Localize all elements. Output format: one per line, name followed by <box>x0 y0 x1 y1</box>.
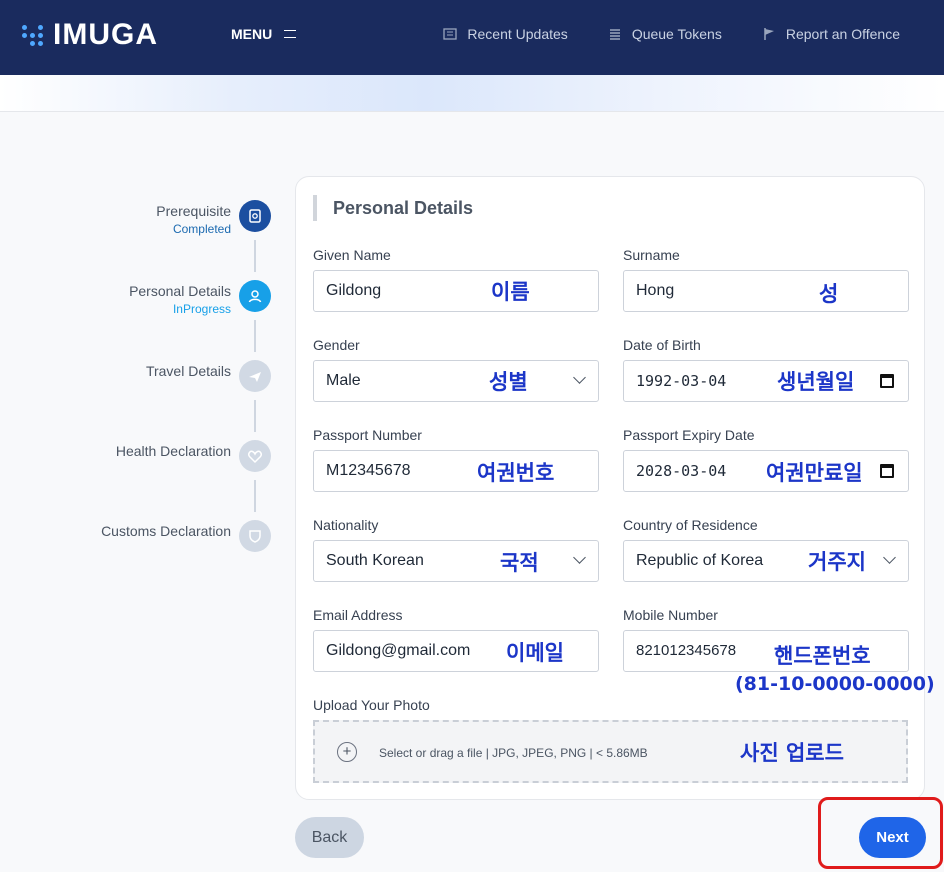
surname-input[interactable]: Hong <box>623 270 909 312</box>
nationality-label: Nationality <box>313 517 379 533</box>
passport-expiry-value: 2028-03-04 <box>636 462 727 480</box>
residence-value: Republic of Korea <box>636 552 764 569</box>
residence-label: Country of Residence <box>623 517 758 533</box>
news-icon <box>443 28 458 40</box>
step-connector <box>254 400 256 432</box>
step-label: Health Declaration <box>115 443 231 459</box>
logo-dots-icon <box>22 24 43 46</box>
annotation-photo: 사진 업로드 <box>740 741 844 765</box>
annotation-mobile-format: (81-10-0000-0000) <box>735 673 935 695</box>
heart-icon <box>239 440 271 472</box>
flag-icon <box>764 28 774 40</box>
imuga-logo[interactable]: IMUGA <box>22 18 158 52</box>
annotation-surname: 성 <box>819 282 839 306</box>
surname-value: Hong <box>636 282 675 299</box>
nav-queue-tokens-label: Queue Tokens <box>631 26 722 42</box>
annotation-passport-expiry: 여권만료일 <box>766 461 863 485</box>
step-label: Customs Declaration <box>101 523 231 539</box>
gender-label: Gender <box>313 337 360 353</box>
next-button[interactable]: Next <box>859 817 926 858</box>
upload-label: Upload Your Photo <box>313 697 430 713</box>
step-travel-details[interactable]: Travel Details <box>80 360 280 400</box>
calendar-icon[interactable] <box>880 464 894 478</box>
email-label: Email Address <box>313 607 403 623</box>
annotation-mobile: 핸드폰번호 <box>774 644 871 668</box>
passport-expiry-label: Passport Expiry Date <box>623 427 755 443</box>
email-value: Gildong@gmail.com <box>326 642 471 659</box>
step-status: InProgress <box>172 302 231 316</box>
mobile-label: Mobile Number <box>623 607 718 623</box>
annotation-dob: 생년월일 <box>777 370 855 394</box>
annotation-residence: 거주지 <box>808 550 866 574</box>
shield-icon <box>239 520 271 552</box>
section-title: Personal Details <box>313 195 473 221</box>
annotation-passport-number: 여권번호 <box>477 461 555 485</box>
given-name-label: Given Name <box>313 247 391 263</box>
hamburger-icon <box>284 30 297 38</box>
plus-icon: + <box>337 742 357 762</box>
chevron-down-icon <box>573 371 586 384</box>
step-label: Travel Details <box>145 363 231 379</box>
mobile-value: 821012345678 <box>636 642 737 659</box>
calendar-icon[interactable] <box>880 374 894 388</box>
dob-label: Date of Birth <box>623 337 701 353</box>
annotation-nationality: 국적 <box>500 551 539 575</box>
hero-banner <box>0 75 944 112</box>
step-connector <box>254 240 256 272</box>
passport-number-value: M12345678 <box>326 462 411 479</box>
top-header: IMUGA MENU Recent Updates Queue Tokens R… <box>0 0 944 75</box>
gender-select[interactable]: Male <box>313 360 599 402</box>
step-connector <box>254 480 256 512</box>
dob-value: 1992-03-04 <box>636 372 727 390</box>
passport-number-label: Passport Number <box>313 427 422 443</box>
surname-label: Surname <box>623 247 680 263</box>
given-name-value: Gildong <box>326 282 382 299</box>
step-personal-details[interactable]: Personal Details InProgress <box>80 280 280 320</box>
upload-hint: Select or drag a file | JPG, JPEG, PNG |… <box>379 746 648 760</box>
back-button[interactable]: Back <box>295 817 364 858</box>
menu-label: MENU <box>231 26 273 42</box>
residence-select[interactable]: Republic of Korea <box>623 540 909 582</box>
given-name-input[interactable]: Gildong <box>313 270 599 312</box>
annotation-gender: 성별 <box>489 370 528 394</box>
step-health-declaration[interactable]: Health Declaration <box>80 440 280 480</box>
nav-recent-updates-label: Recent Updates <box>467 26 568 42</box>
step-status: Completed <box>172 222 231 236</box>
nationality-select[interactable]: South Korean <box>313 540 599 582</box>
annotation-email: 이메일 <box>506 641 564 665</box>
step-prerequisite[interactable]: Prerequisite Completed <box>80 200 280 240</box>
step-customs-declaration[interactable]: Customs Declaration <box>80 520 280 560</box>
chevron-down-icon <box>573 551 586 564</box>
nav-report-offence-label: Report an Offence <box>785 26 900 42</box>
personal-details-card: Personal Details Given Name Gildong Surn… <box>295 176 925 800</box>
airplane-icon <box>239 360 271 392</box>
gender-value: Male <box>326 372 361 389</box>
nav-queue-tokens[interactable]: Queue Tokens <box>608 26 722 42</box>
nationality-value: South Korean <box>326 552 424 569</box>
header-nav: Recent Updates Queue Tokens Report an Of… <box>443 26 900 42</box>
passport-icon <box>239 200 271 232</box>
passport-number-input[interactable]: M12345678 <box>313 450 599 492</box>
logo-text: IMUGA <box>53 18 158 51</box>
step-label: Personal Details <box>129 283 231 299</box>
step-connector <box>254 320 256 352</box>
dob-input[interactable]: 1992-03-04 <box>623 360 909 402</box>
nav-report-offence[interactable]: Report an Offence <box>762 26 900 42</box>
step-label: Prerequisite <box>156 203 231 219</box>
annotation-given-name: 이름 <box>491 280 530 304</box>
nav-recent-updates[interactable]: Recent Updates <box>443 26 568 42</box>
user-icon <box>239 280 271 312</box>
chevron-down-icon <box>883 551 896 564</box>
menu-button[interactable]: MENU <box>231 26 297 42</box>
list-icon <box>609 29 620 40</box>
